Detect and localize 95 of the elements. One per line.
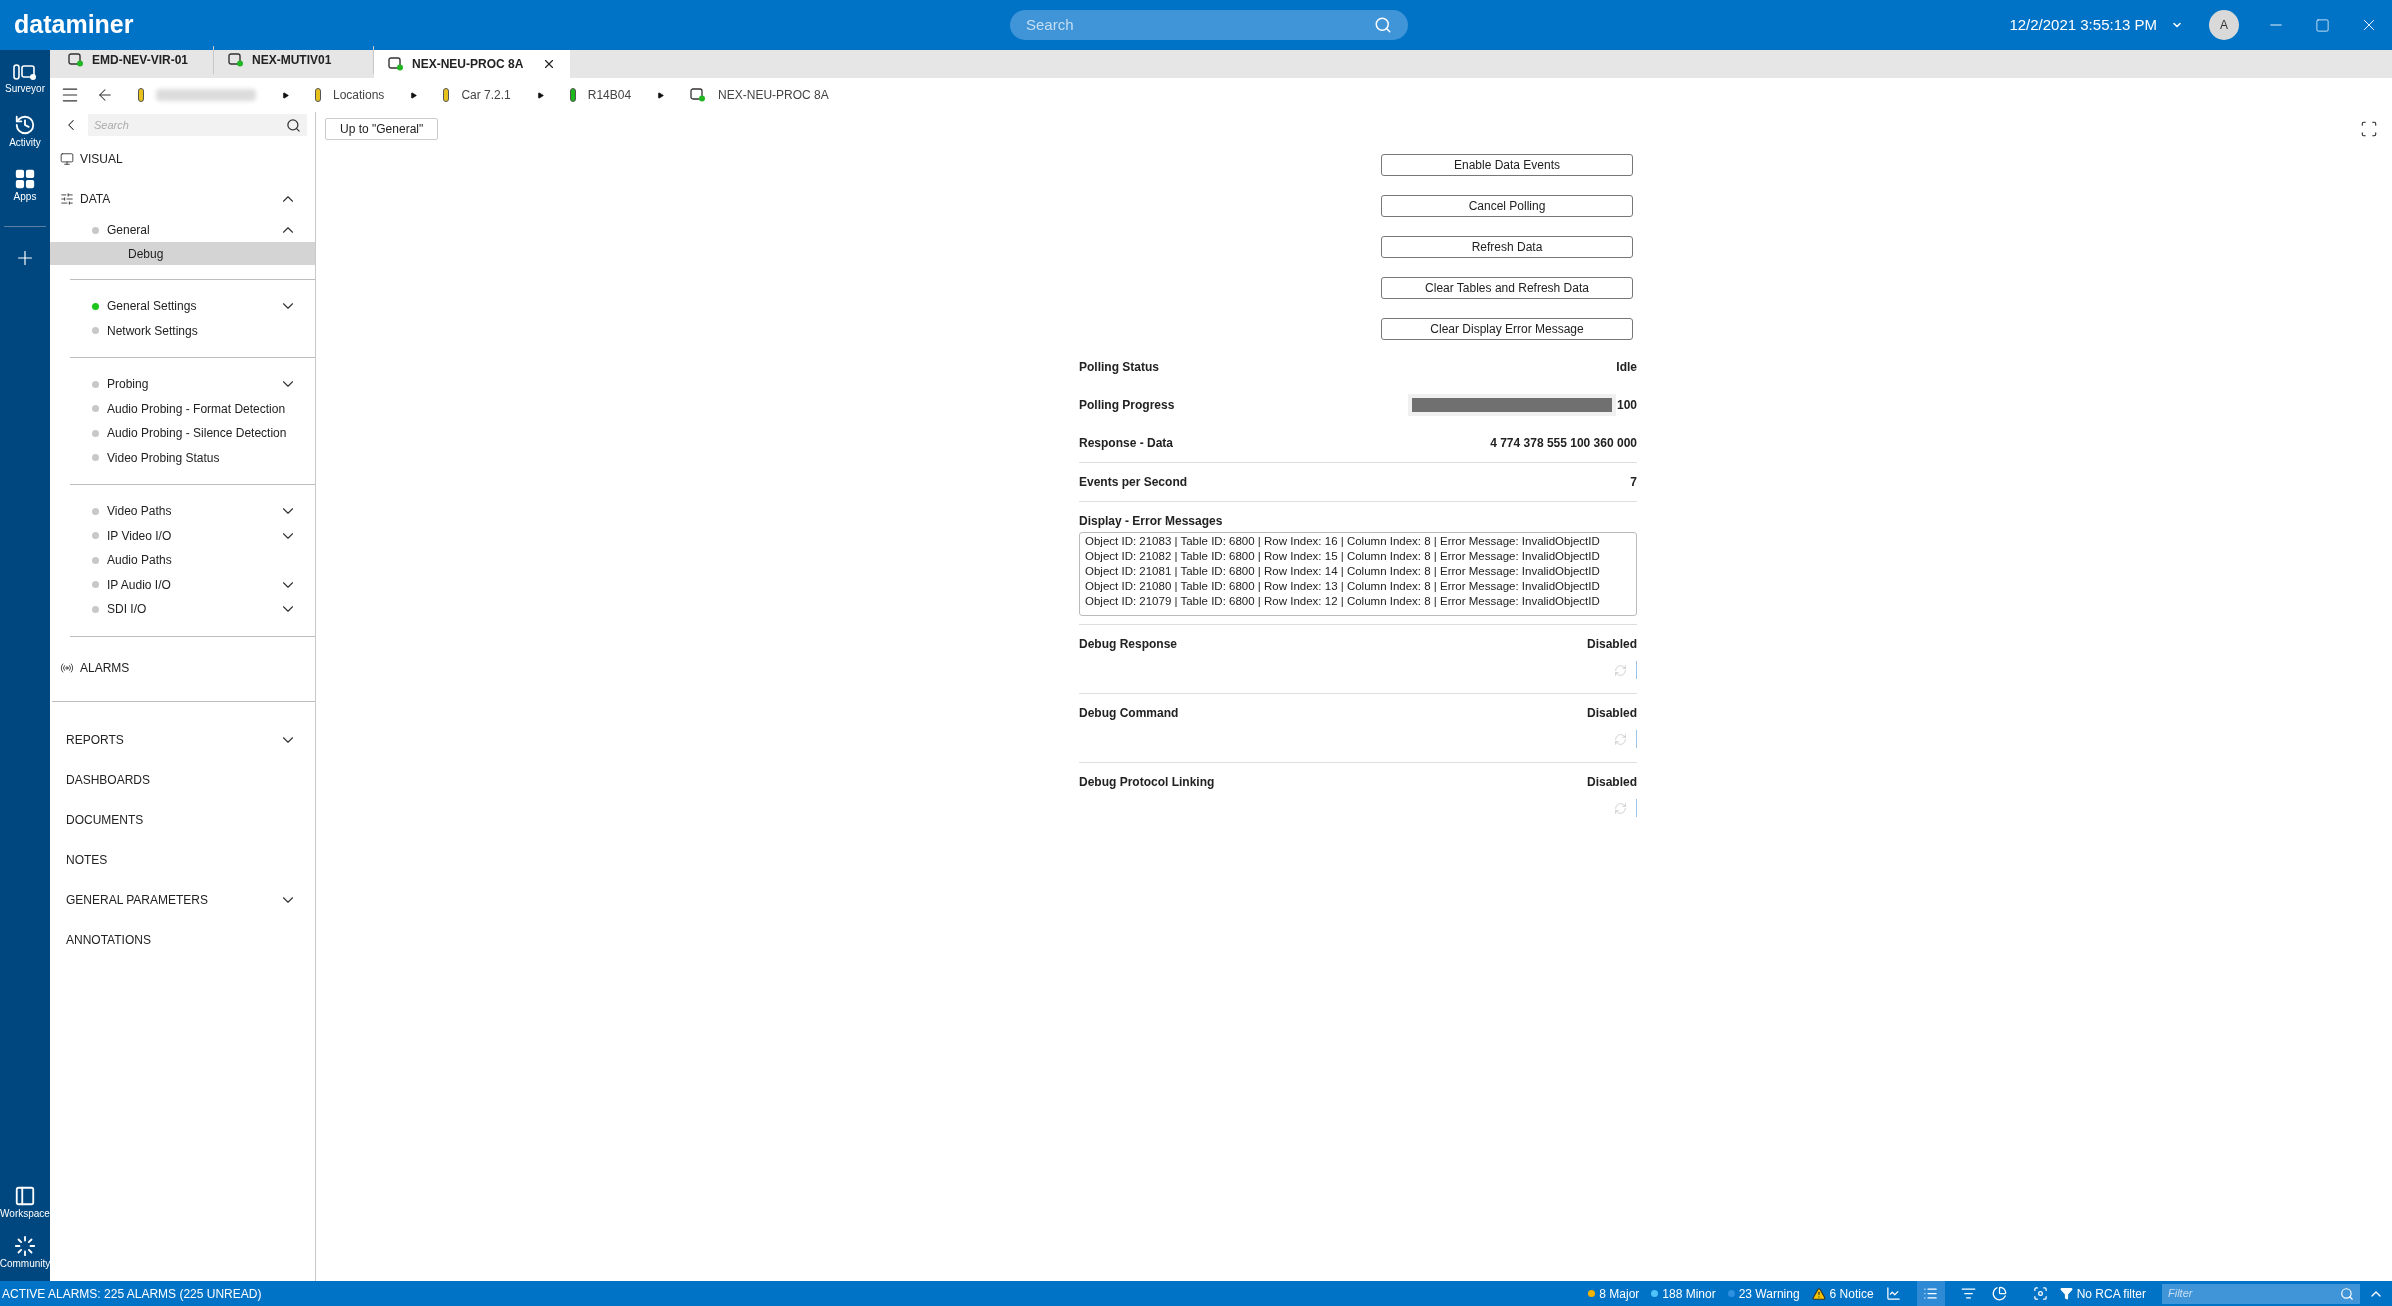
page-link[interactable]: IP Video I/O [107, 526, 172, 545]
close-tab-icon[interactable] [542, 57, 556, 71]
subpage-item[interactable]: Debug [50, 242, 315, 265]
action-button[interactable]: Clear Display Error Message [1381, 318, 1633, 340]
page-link[interactable]: General [107, 221, 150, 239]
page-link[interactable]: Video Probing Status [107, 448, 220, 467]
module-link[interactable]: DASHBOARDS [66, 770, 151, 789]
page-link[interactable]: SDI I/O [107, 600, 147, 619]
parameter-value: 100 [1616, 397, 1637, 414]
action-button[interactable]: Refresh Data [1381, 236, 1633, 258]
caret-icon[interactable] [536, 91, 544, 99]
parameter-label: Debug Protocol Linking [1079, 774, 1215, 791]
filter-icon[interactable] [2059, 1287, 2073, 1300]
apps-icon [14, 168, 36, 190]
page-link[interactable]: General Settings [107, 297, 197, 316]
alarm-count[interactable]: 6 Notice [1829, 1284, 1874, 1303]
sort-icon[interactable] [1960, 1286, 1976, 1301]
up-button[interactable]: Up to "General" [325, 118, 439, 140]
breadcrumb-link[interactable]: Locations [333, 86, 385, 104]
log-line: Object ID: 21083 | Table ID: 6800 | Row Index: 16 | Column Index: 8 | Error Message: InvalidObjectID [1085, 534, 1601, 549]
section-link[interactable]: DATA [80, 190, 111, 208]
caret-icon[interactable] [657, 91, 665, 99]
parameter-label: Display - Error Messages [1079, 513, 1223, 530]
breadcrumb-link[interactable]: NEX-NEU-PROC 8A [718, 86, 829, 104]
module-link[interactable]: ANNOTATIONS [66, 930, 151, 949]
caret-icon[interactable] [410, 91, 418, 99]
module-link[interactable]: NOTES [66, 850, 108, 869]
parameter-label: Response - Data [1079, 435, 1174, 452]
element-icon [690, 88, 707, 102]
parameter-value: Idle [1616, 359, 1637, 376]
rail-button[interactable]: Surveyor [0, 58, 50, 98]
page-link[interactable]: IP Audio I/O [107, 575, 171, 594]
action-button[interactable]: Cancel Polling [1381, 195, 1633, 217]
parameter-label: Debug Command [1079, 705, 1179, 722]
active-alarms-text[interactable]: ACTIVE ALARMS: 225 ALARMS (225 UNREAD) [2, 1284, 262, 1303]
parameter-label: Events per Second [1079, 474, 1188, 491]
log-line: Object ID: 21081 | Table ID: 6800 | Row Index: 14 | Column Index: 8 | Error Message: InvalidObjectID [1085, 564, 1601, 579]
parameter-value: 4 774 378 555 100 360 000 [1490, 435, 1637, 452]
action-button[interactable]: Clear Tables and Refresh Data [1381, 277, 1633, 299]
alarm-count[interactable]: 188 Minor [1662, 1284, 1716, 1303]
parameter-value: 7 [1630, 474, 1637, 491]
page-link[interactable]: Audio Paths [107, 551, 172, 570]
element-icon [228, 53, 244, 67]
rail-button[interactable]: Activity [0, 110, 50, 152]
alarm-count[interactable]: 8 Major [1599, 1284, 1640, 1303]
module-link[interactable]: GENERAL PARAMETERS [66, 890, 209, 909]
action-button[interactable]: Enable Data Events [1381, 154, 1633, 176]
alarm-count[interactable]: 23 Warning [1738, 1284, 1800, 1303]
page-link[interactable]: Audio Probing - Format Detection [107, 399, 286, 418]
pie-chart-icon[interactable] [1991, 1286, 2007, 1301]
parameter-value: Disabled [1587, 636, 1637, 653]
list-view-button[interactable] [1916, 1281, 1945, 1306]
module-link[interactable]: DOCUMENTS [66, 810, 144, 829]
rca-filter-label[interactable]: No RCA filter [2076, 1284, 2146, 1303]
section-link[interactable]: VISUAL [80, 150, 123, 168]
burst-icon [14, 1235, 36, 1257]
rail-button[interactable]: Apps [0, 164, 50, 206]
workspace-icon [14, 1185, 36, 1207]
log-line: Object ID: 21079 | Table ID: 6800 | Row Index: 12 | Column Index: 8 | Error Message: InvalidObjectID [1085, 594, 1601, 609]
page-link[interactable]: Video Paths [107, 502, 172, 521]
monitor-icon [60, 152, 74, 166]
log-line: Object ID: 21080 | Table ID: 6800 | Row Index: 13 | Column Index: 8 | Error Message: InvalidObjectID [1085, 579, 1601, 594]
rail-button[interactable]: Workspace [0, 1181, 50, 1223]
element-icon [388, 57, 404, 71]
breadcrumb-link[interactable]: R14B04 [587, 86, 632, 104]
element-icon [68, 53, 84, 67]
parameter-value: Disabled [1587, 774, 1637, 791]
log-line: Object ID: 21082 | Table ID: 6800 | Row Index: 15 | Column Index: 8 | Error Message: InvalidObjectID [1085, 549, 1601, 564]
app-logo: dataminer [14, 9, 135, 41]
page-link[interactable]: Probing [107, 375, 149, 394]
parameter-label: Polling Progress [1079, 397, 1175, 414]
sliders-icon [60, 192, 74, 206]
date-time: 12/2/2021 3:55:13 PM [2009, 14, 2157, 35]
breadcrumb-link[interactable]: Car 7.2.1 [461, 86, 511, 104]
page-link[interactable]: Network Settings [107, 321, 198, 340]
rail-button[interactable]: Community [0, 1231, 50, 1273]
broadcast-icon [60, 660, 74, 675]
fullscreen-icon[interactable] [2360, 120, 2378, 138]
card-tab[interactable]: EMD-NEV-VIR-01 [54, 46, 214, 74]
parameter-label: Polling Status [1079, 359, 1159, 376]
surveyor-icon [13, 62, 37, 82]
user-avatar[interactable]: A [2209, 10, 2239, 40]
error-log[interactable] [1079, 532, 1637, 616]
focus-icon[interactable] [2032, 1286, 2048, 1301]
list-icon [1923, 1286, 1939, 1301]
history-icon [14, 114, 36, 136]
parameter-value: Disabled [1587, 705, 1637, 722]
card-tab[interactable]: NEX-NEU-PROC 8A [374, 50, 570, 78]
chart-icon[interactable] [1885, 1286, 1901, 1301]
page-link[interactable]: Audio Probing - Silence Detection [107, 424, 287, 443]
parameter-label: Debug Response [1079, 636, 1177, 653]
section-link[interactable]: ALARMS [80, 658, 130, 677]
search-icon[interactable] [286, 117, 301, 133]
caret-icon[interactable] [282, 91, 289, 99]
module-link[interactable]: REPORTS [66, 730, 124, 749]
